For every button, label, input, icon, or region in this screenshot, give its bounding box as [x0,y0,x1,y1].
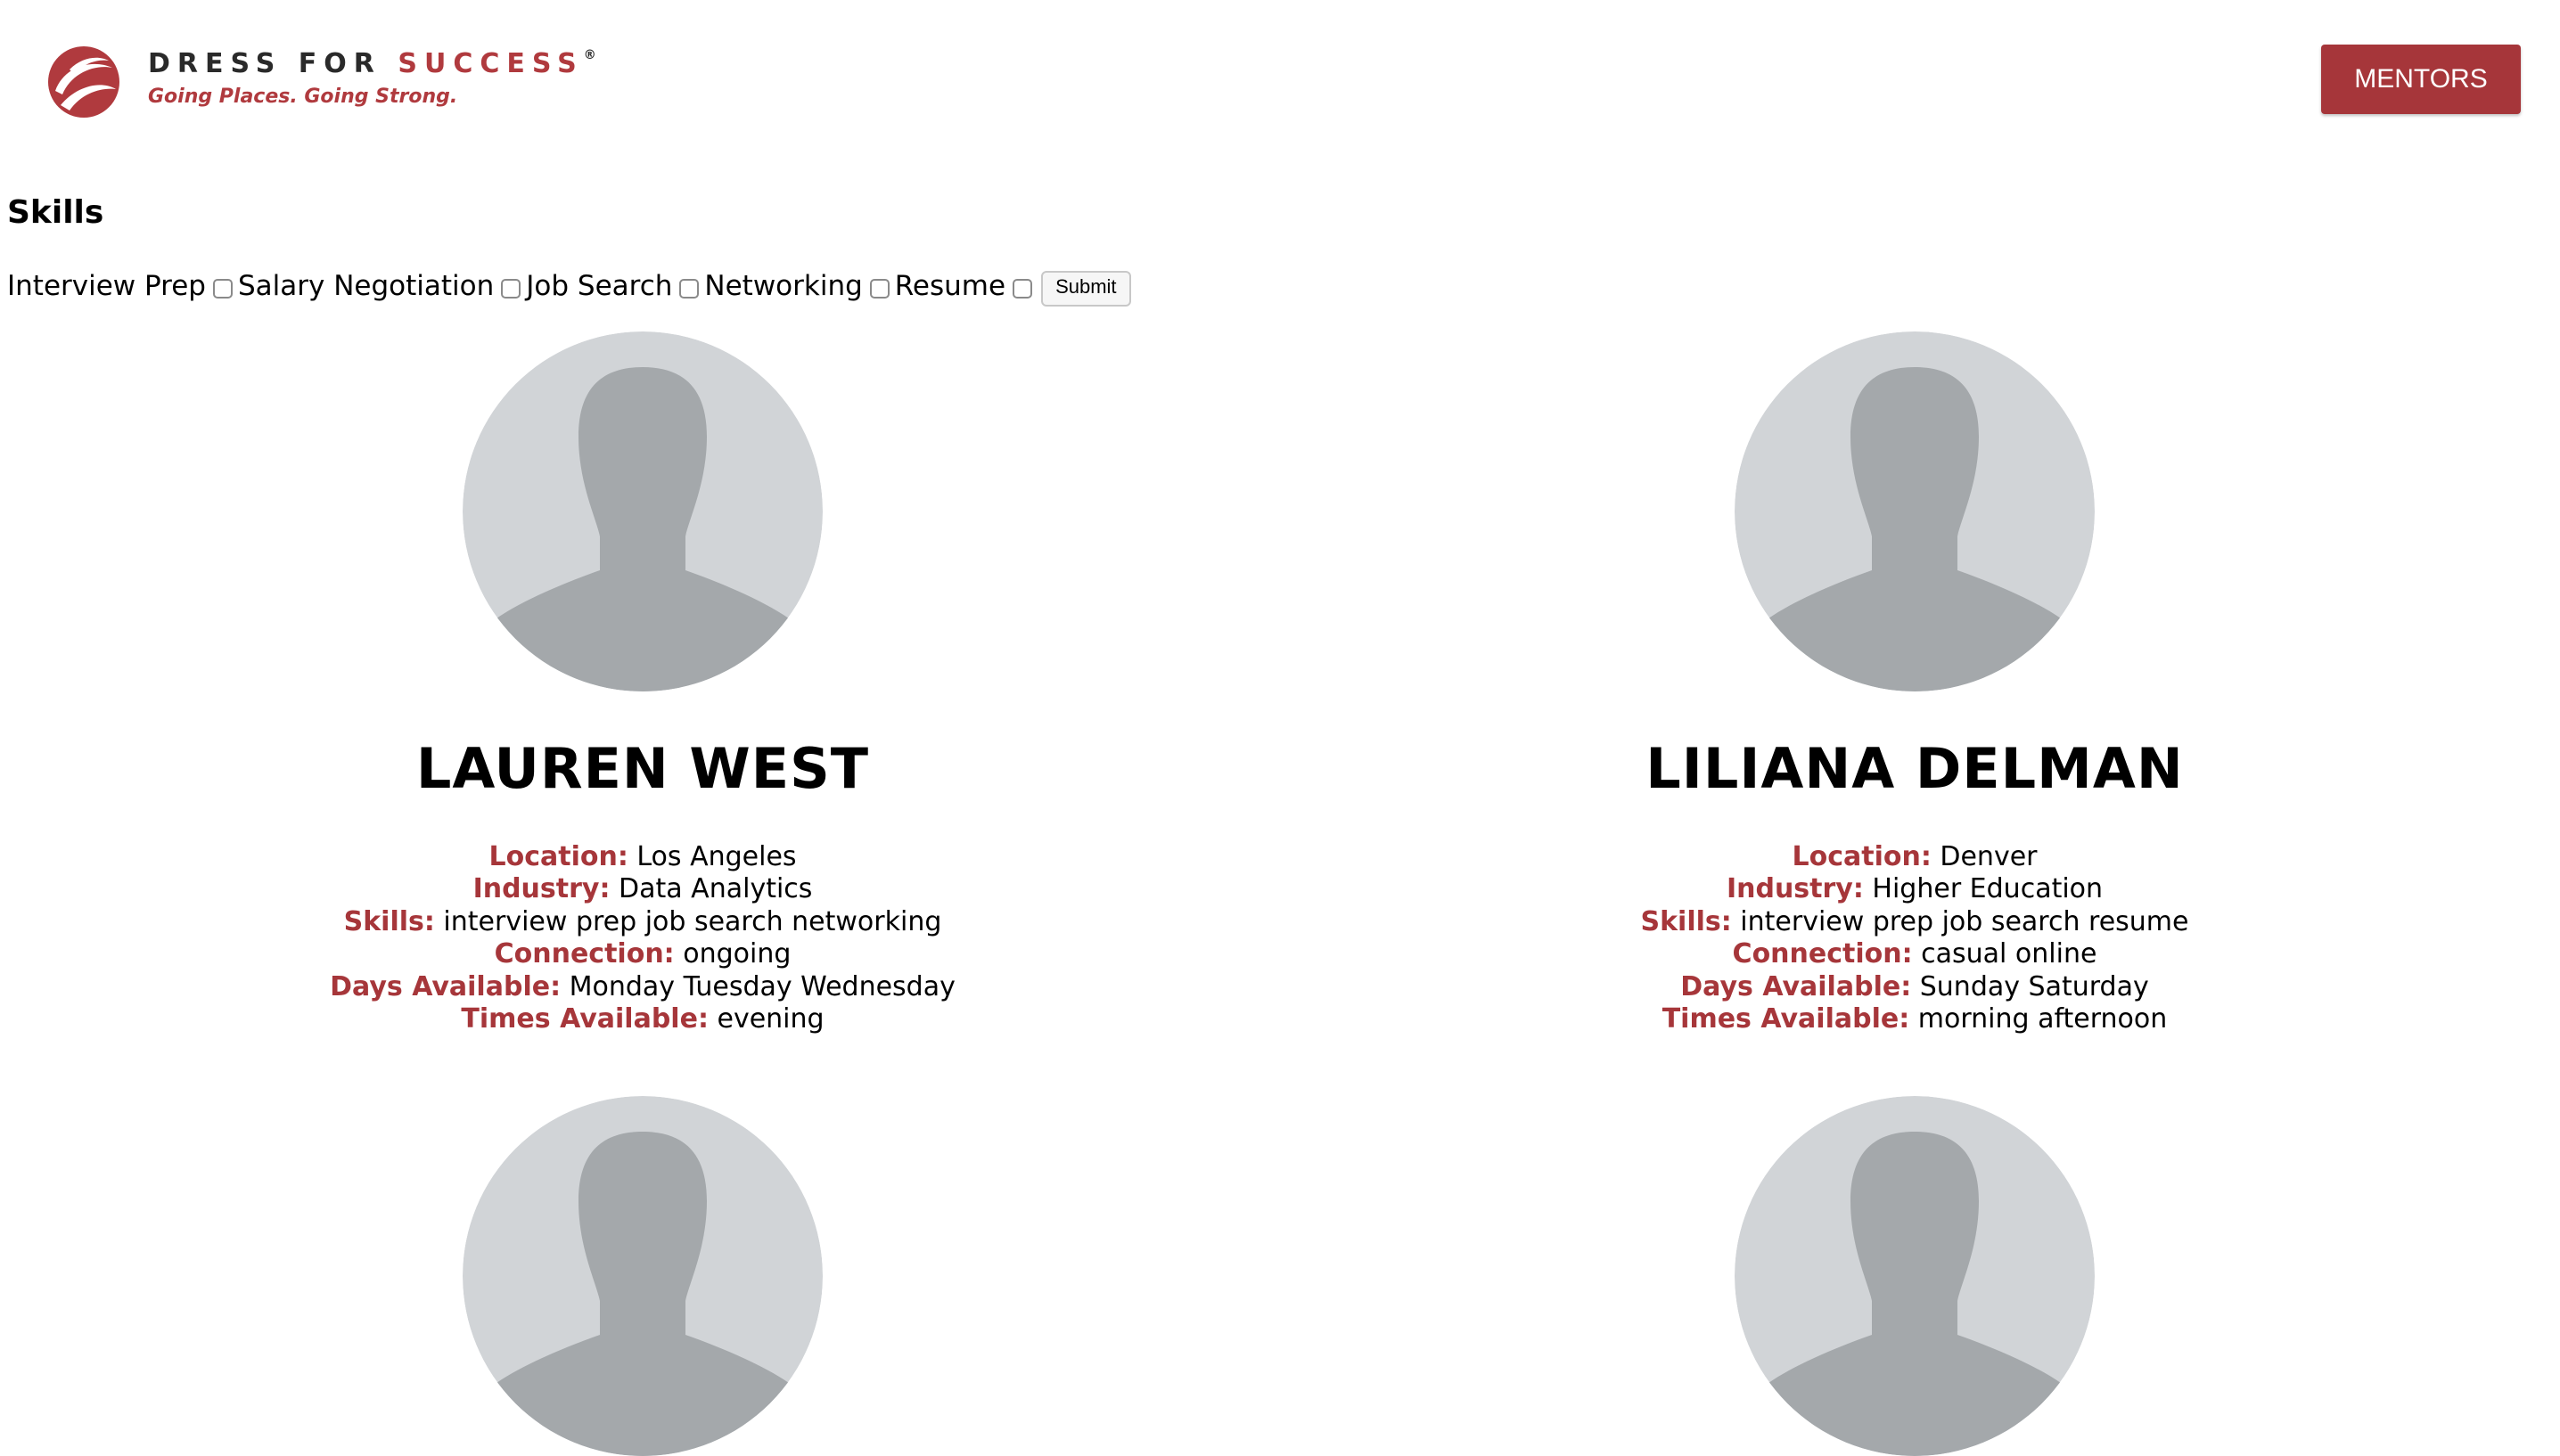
skills-value: interview prep job search networking [443,905,942,937]
skills-row: Skills: interview prep job search resume [1514,906,2316,938]
checkbox-networking[interactable] [869,279,890,299]
skills-row: Skills: interview prep job search networ… [242,906,1044,938]
logo-tagline: Going Places. Going Strong. [148,86,458,108]
industry-value: Data Analytics [619,873,813,905]
location-value: Denver [1940,841,2038,872]
avatar-placeholder-icon [1735,331,2095,691]
times-label: Times Available: [461,1003,709,1035]
dress-for-success-logo[interactable]: DRESS FOR SUCCESS® Going Places. Going S… [43,43,596,121]
industry-value: Higher Education [1872,873,2104,905]
location-label: Location: [488,841,628,872]
location-row: Location: Los Angeles [242,841,1044,873]
days-value: Monday Tuesday Wednesday [569,970,956,1002]
connection-value: ongoing [683,938,792,970]
location-label: Location: [1792,841,1932,872]
days-value: Sunday Saturday [1919,970,2149,1002]
days-row: Days Available: Sunday Saturday [1514,971,2316,1003]
skills-value: interview prep job search resume [1740,905,2189,937]
days-row: Days Available: Monday Tuesday Wednesday [242,971,1044,1003]
skills-label: Skills: [1640,905,1732,937]
skill-label-job-search: Job Search [526,270,673,302]
location-value: Los Angeles [636,841,797,872]
avatar-placeholder-icon [463,1096,823,1456]
industry-row: Industry: Data Analytics [242,873,1044,905]
connection-label: Connection: [1732,938,1913,970]
industry-row: Industry: Higher Education [1514,873,2316,905]
avatar-placeholder-icon [463,331,823,691]
site-header: DRESS FOR SUCCESS® Going Places. Going S… [0,0,2560,160]
times-row: Times Available: morning afternoon [1514,1003,2316,1035]
skills-label: Skills: [343,905,435,937]
mentor-name: LILIANA DELMAN [1645,736,2184,801]
skills-filter-form: Interview Prep Salary Negotiation Job Se… [7,266,1131,307]
industry-label: Industry: [1726,873,1864,905]
submit-button[interactable]: Submit [1041,271,1131,307]
times-value: evening [717,1003,825,1035]
skill-label-networking: Networking [704,270,863,302]
swirl-logo-icon [48,46,119,118]
mentor-name: LAUREN WEST [415,736,870,801]
connection-row: Connection: ongoing [242,938,1044,970]
checkbox-job-search[interactable] [679,279,700,299]
checkbox-interview-prep[interactable] [212,279,233,299]
skill-label-salary-negotiation: Salary Negotiation [237,270,495,302]
days-label: Days Available: [1680,970,1912,1002]
times-row: Times Available: evening [242,1003,1044,1035]
avatar-placeholder-icon [1735,1096,2095,1456]
days-label: Days Available: [330,970,562,1002]
skills-heading: Skills [7,194,104,231]
connection-value: casual online [1921,938,2097,970]
checkbox-salary-negotiation[interactable] [501,279,521,299]
industry-label: Industry: [472,873,611,905]
logo-brand-text: DRESS FOR SUCCESS® [148,48,596,79]
mentors-button[interactable]: MENTORS [2321,45,2521,114]
connection-label: Connection: [494,938,675,970]
mentor-details: Location: Denver Industry: Higher Educat… [1514,841,2316,1035]
checkbox-resume[interactable] [1013,279,1033,299]
skill-label-interview-prep: Interview Prep [7,270,206,302]
times-value: morning afternoon [1917,1003,2168,1035]
skill-label-resume: Resume [894,270,1006,302]
times-label: Times Available: [1662,1003,1910,1035]
mentor-details: Location: Los Angeles Industry: Data Ana… [242,841,1044,1035]
location-row: Location: Denver [1514,841,2316,873]
connection-row: Connection: casual online [1514,938,2316,970]
